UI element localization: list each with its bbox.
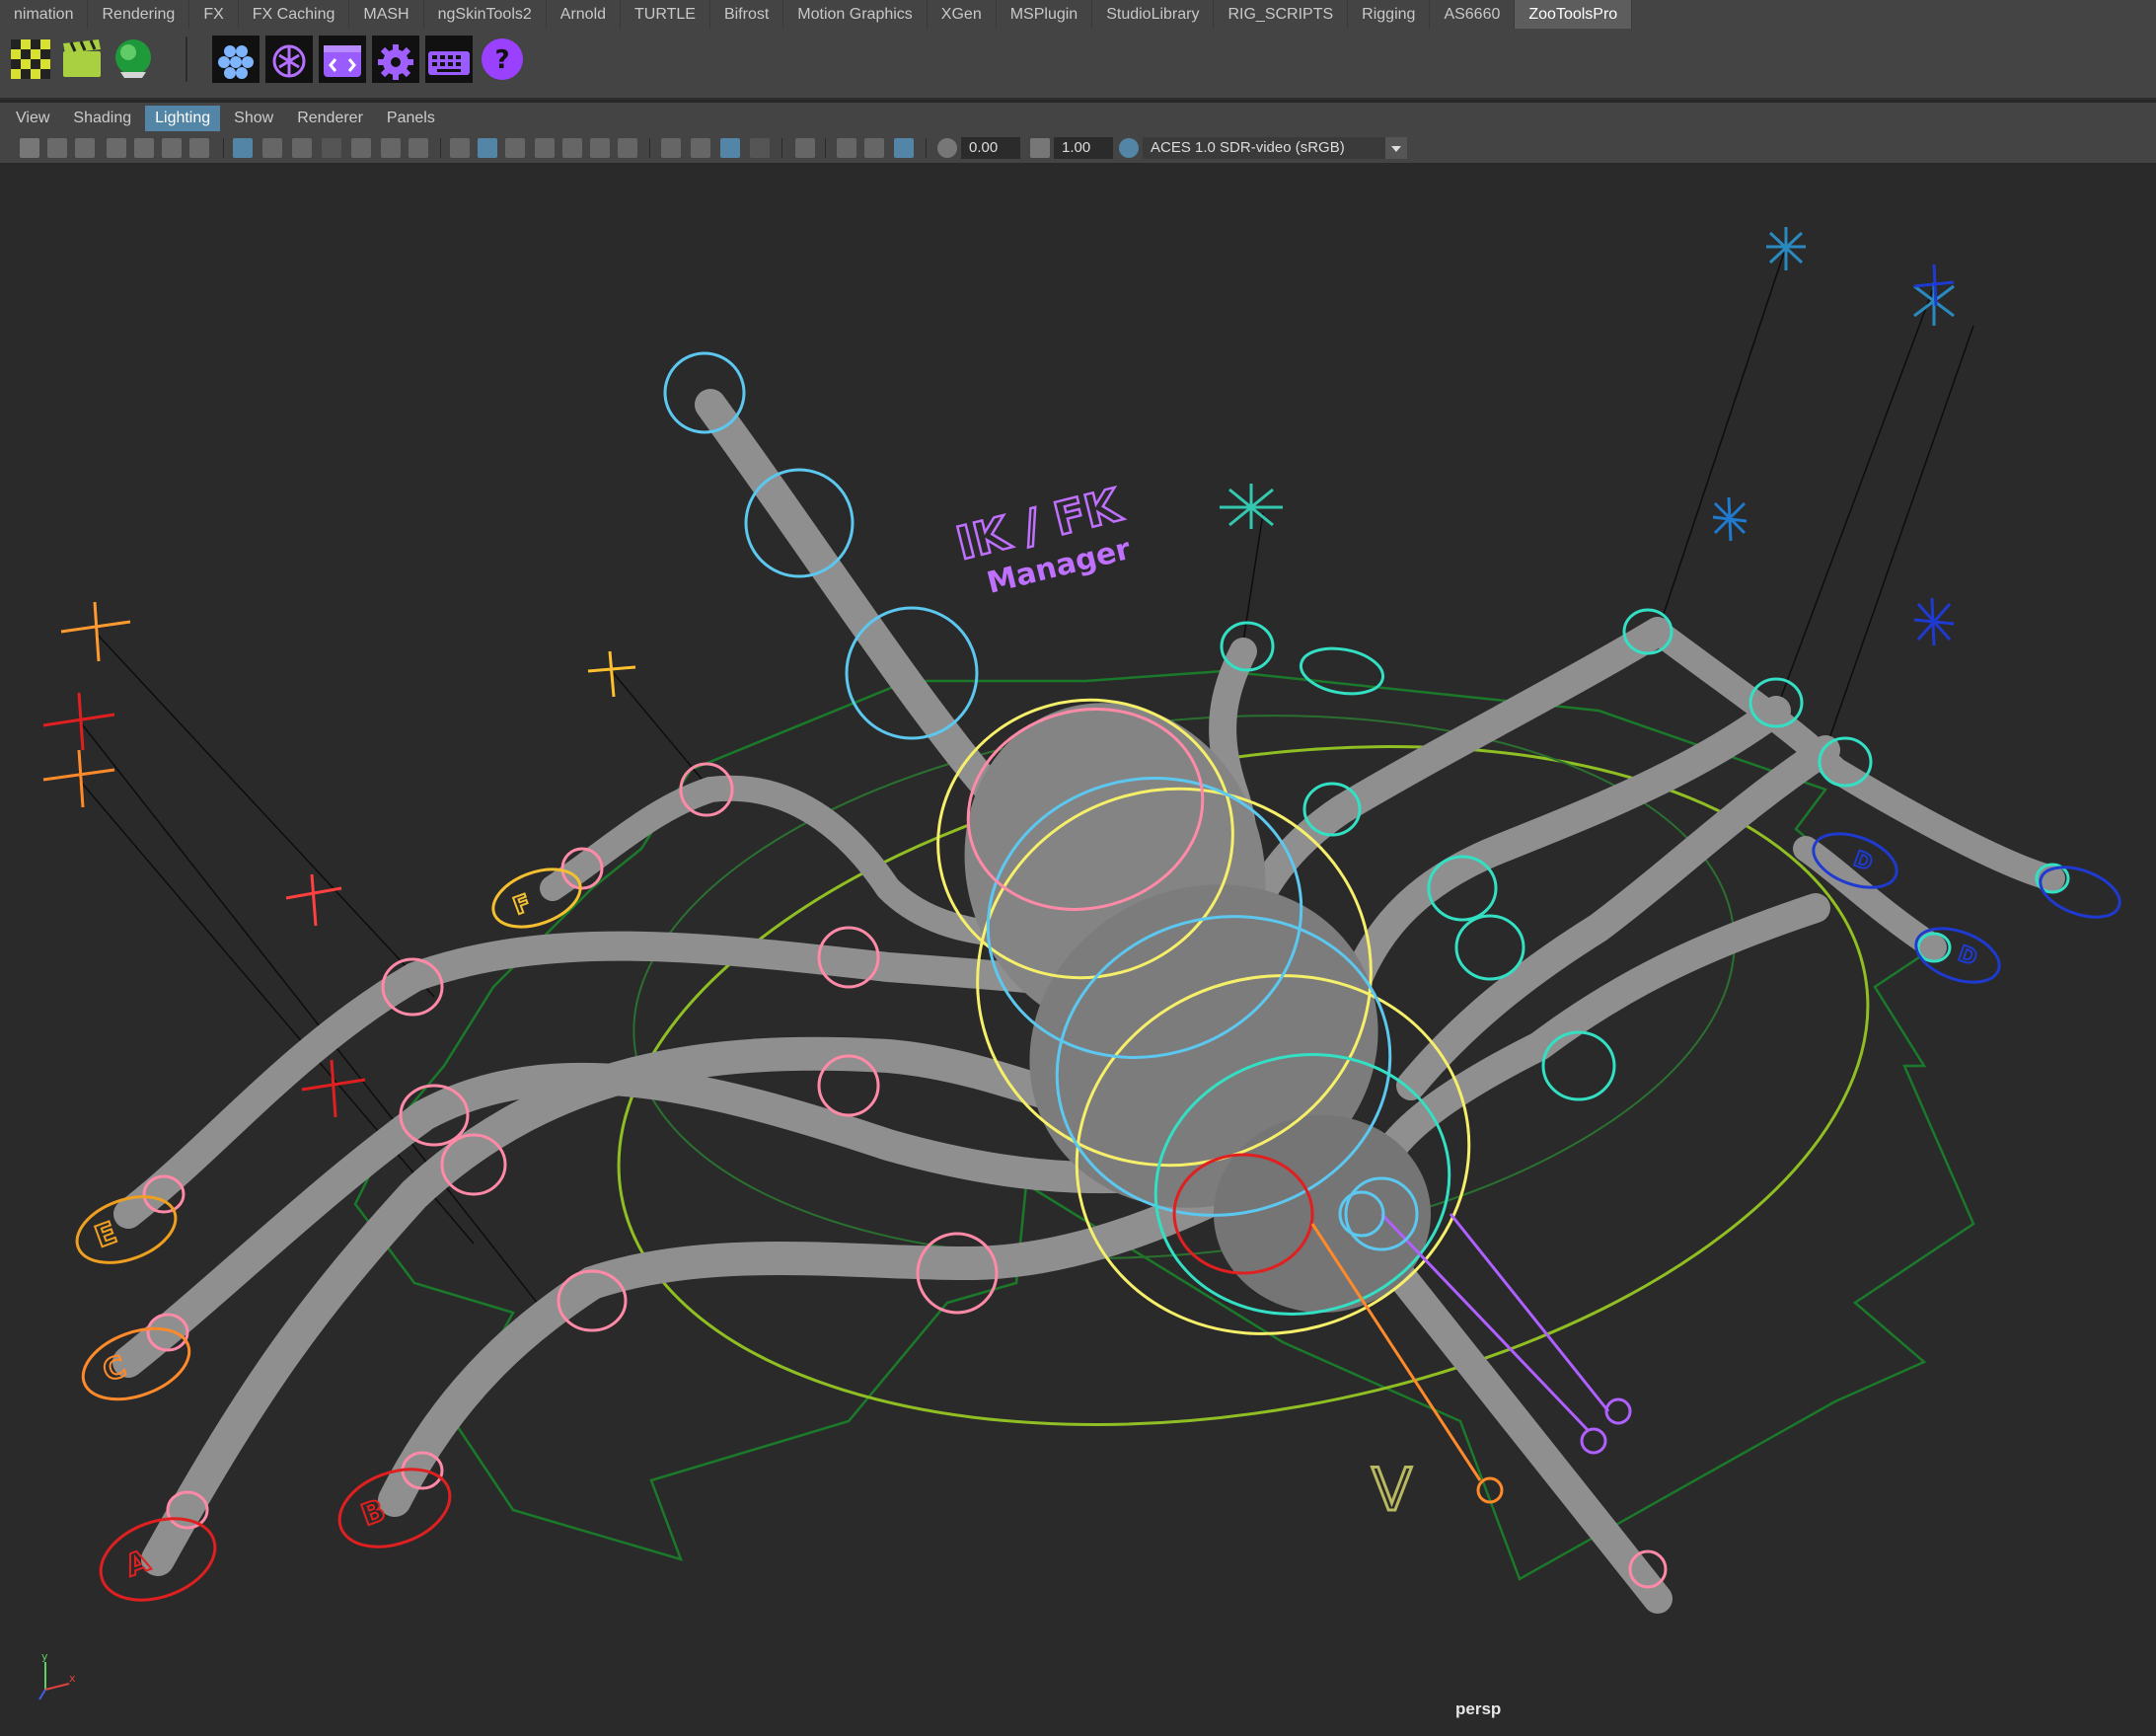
shelf-tab-studiolibrary[interactable]: StudioLibrary (1092, 0, 1215, 29)
wireframe-on-shaded-icon[interactable] (535, 138, 555, 158)
panel-menu-view[interactable]: View (6, 106, 59, 131)
shelf-tab-as6660[interactable]: AS6660 (1430, 0, 1516, 29)
screen-space-ao-icon[interactable] (661, 138, 681, 158)
openai-icon[interactable] (264, 35, 314, 84)
camera-icon[interactable] (20, 138, 39, 158)
resolution-gate-icon[interactable] (292, 138, 312, 158)
wireframe-icon[interactable] (450, 138, 470, 158)
checker-icon[interactable] (6, 35, 55, 84)
xray-active-icon[interactable] (864, 138, 884, 158)
isolate-select-icon[interactable] (795, 138, 815, 158)
view-transform-select[interactable]: ACES 1.0 SDR-video (sRGB) (1143, 137, 1389, 159)
shelf: ? (0, 29, 2156, 100)
shelf-tab-zootoolspro[interactable]: ZooToolsPro (1515, 0, 1633, 29)
shelf-tab-rigging[interactable]: Rigging (1348, 0, 1431, 29)
panel-menu-shading[interactable]: Shading (63, 106, 141, 131)
shelf-tab-motion-graphics[interactable]: Motion Graphics (783, 0, 928, 29)
panel-menu-bar: View Shading Lighting Show Renderer Panels (0, 103, 2156, 133)
toolbar-separator (781, 138, 782, 158)
shelf-separator (186, 37, 187, 82)
clapperboard-icon[interactable] (57, 35, 107, 84)
exposure-icon[interactable] (937, 138, 957, 158)
bookmark-icon[interactable] (107, 138, 126, 158)
panel-menu-lighting[interactable]: Lighting (145, 105, 221, 131)
hive-icon[interactable] (211, 35, 260, 84)
shadows-icon[interactable] (618, 138, 637, 158)
shelf-tab-bar: nimation Rendering FX FX Caching MASH ngSkinT… (0, 0, 2156, 30)
camera-name-label: persp (1455, 1699, 1502, 1718)
keyboard-icon[interactable] (424, 35, 474, 84)
code-window-icon[interactable] (318, 35, 367, 84)
depth-of-field-icon[interactable] (750, 138, 770, 158)
gamma-icon[interactable] (1030, 138, 1050, 158)
toolbar-separator (825, 138, 826, 158)
shelf-tab-msplugin[interactable]: MSPlugin (997, 0, 1093, 29)
2d-pan-zoom-icon[interactable] (162, 138, 182, 158)
shelf-tab-mash[interactable]: MASH (349, 0, 424, 29)
xray-icon[interactable] (837, 138, 856, 158)
ikfk-manager-control[interactable]: IK / FK Manager (950, 477, 1137, 606)
shelf-tab-fx[interactable]: FX (189, 0, 239, 29)
grid-icon[interactable] (233, 138, 253, 158)
color-management-icon[interactable] (1119, 138, 1139, 158)
smooth-shade-icon[interactable] (478, 138, 497, 158)
xray-joints-icon[interactable] (894, 138, 914, 158)
help-icon[interactable]: ? (478, 35, 527, 84)
image-plane-icon[interactable] (134, 138, 154, 158)
shelf-tab-nimation[interactable]: nimation (0, 0, 89, 29)
gamma-field[interactable]: 1.00 (1054, 137, 1113, 159)
panel-menu-show[interactable]: Show (224, 106, 283, 131)
toolbar-separator (926, 138, 927, 158)
gate-mask-icon[interactable] (322, 138, 341, 158)
foot-label-d2: D (1955, 942, 1980, 971)
shelf-tab-turtle[interactable]: TURTLE (621, 0, 710, 29)
shelf-tab-ngskintools2[interactable]: ngSkinTools2 (424, 0, 547, 29)
shelf-tab-bifrost[interactable]: Bifrost (710, 0, 784, 29)
viewport-scene: V A B C E F D D IK / FK Manager (42, 227, 2121, 1614)
field-chart-icon[interactable] (351, 138, 371, 158)
safe-title-icon[interactable] (409, 138, 428, 158)
camera-attributes-icon[interactable] (75, 138, 95, 158)
svg-text:?: ? (494, 45, 509, 75)
green-sphere-icon[interactable] (109, 35, 158, 84)
toolbar-separator (440, 138, 441, 158)
camera-lock-icon[interactable] (47, 138, 67, 158)
toolbar-separator (649, 138, 650, 158)
shelf-tab-fx-caching[interactable]: FX Caching (239, 0, 350, 29)
shelf-tab-rig-scripts[interactable]: RIG_SCRIPTS (1214, 0, 1349, 29)
3d-viewport[interactable]: V A B C E F D D IK / FK Manager (0, 164, 2156, 1736)
toolbar-separator (223, 138, 224, 158)
body-label: V (1372, 1456, 1412, 1525)
dropdown-arrow-icon[interactable] (1385, 137, 1407, 159)
shelf-tab-arnold[interactable]: Arnold (547, 0, 622, 29)
motion-blur-icon[interactable] (691, 138, 710, 158)
panel-menu-panels[interactable]: Panels (377, 106, 445, 131)
axis-y-label: y (41, 1650, 48, 1663)
axis-x-label: x (69, 1672, 76, 1685)
film-gate-icon[interactable] (262, 138, 282, 158)
exposure-field[interactable]: 0.00 (961, 137, 1020, 159)
panel-toolbar: 0.00 1.00 ACES 1.0 SDR-video (sRGB) (0, 133, 2156, 164)
anti-aliasing-icon[interactable] (720, 138, 740, 158)
lights-icon[interactable] (590, 138, 610, 158)
safe-action-icon[interactable] (381, 138, 401, 158)
default-material-icon[interactable] (505, 138, 525, 158)
gear-icon[interactable] (371, 35, 420, 84)
textured-icon[interactable] (562, 138, 582, 158)
grease-pencil-icon[interactable] (189, 138, 209, 158)
axis-gizmo: y x (38, 1650, 76, 1700)
panel-menu-renderer[interactable]: Renderer (287, 106, 373, 131)
foot-label-f: F (509, 889, 534, 921)
shelf-tab-rendering[interactable]: Rendering (88, 0, 190, 29)
shelf-tab-xgen[interactable]: XGen (928, 0, 997, 29)
